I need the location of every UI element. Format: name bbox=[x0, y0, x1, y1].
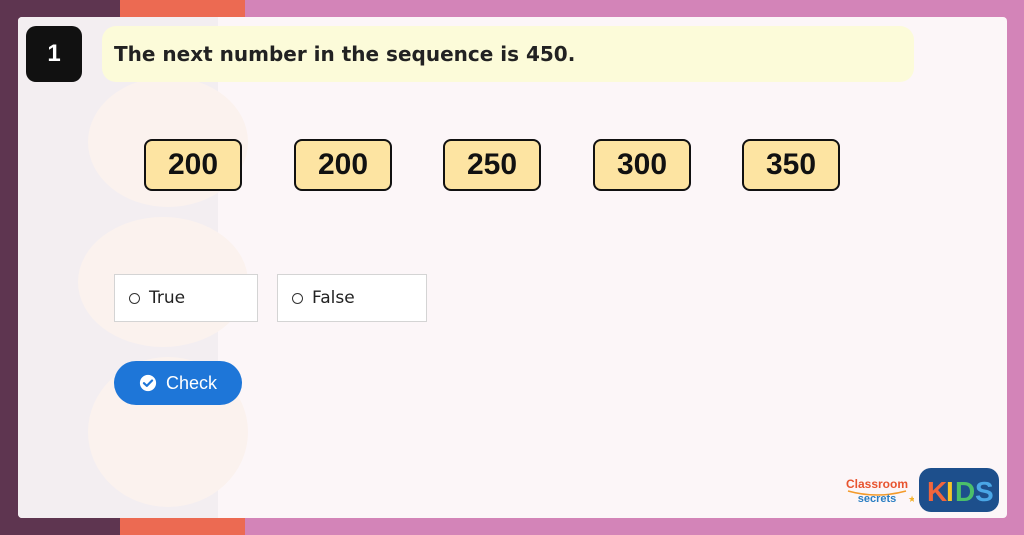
radio-button-icon[interactable] bbox=[129, 292, 140, 304]
option-true[interactable]: True bbox=[114, 274, 258, 322]
svg-text:★: ★ bbox=[908, 495, 914, 505]
option-label: False bbox=[312, 288, 355, 308]
question-number: 1 bbox=[26, 26, 82, 82]
radio-button-icon[interactable] bbox=[292, 292, 303, 304]
sequence-number: 200 bbox=[294, 139, 392, 191]
decorative-wave bbox=[18, 17, 248, 518]
check-circle-icon bbox=[139, 374, 157, 392]
svg-text:D: D bbox=[955, 476, 975, 507]
option-label: True bbox=[149, 288, 186, 308]
question-text: The next number in the sequence is 450. bbox=[102, 26, 914, 82]
sequence-number: 200 bbox=[144, 139, 242, 191]
check-button-label: Check bbox=[165, 372, 218, 393]
question-card: 1 The next number in the sequence is 450… bbox=[18, 17, 1007, 518]
svg-text:I: I bbox=[946, 476, 954, 507]
svg-text:Classroom: Classroom bbox=[846, 477, 908, 491]
option-false[interactable]: False bbox=[277, 274, 427, 322]
kids-logo: K I D S bbox=[919, 468, 999, 512]
sequence-number: 250 bbox=[443, 139, 541, 191]
svg-text:K: K bbox=[927, 476, 947, 507]
classroom-secrets-logo: Classroom secrets ★ bbox=[846, 477, 914, 505]
sequence-number: 300 bbox=[593, 139, 691, 191]
svg-text:secrets: secrets bbox=[858, 493, 897, 505]
sequence-number: 350 bbox=[742, 139, 840, 191]
check-button[interactable]: Check bbox=[114, 361, 242, 405]
svg-text:S: S bbox=[975, 476, 994, 507]
